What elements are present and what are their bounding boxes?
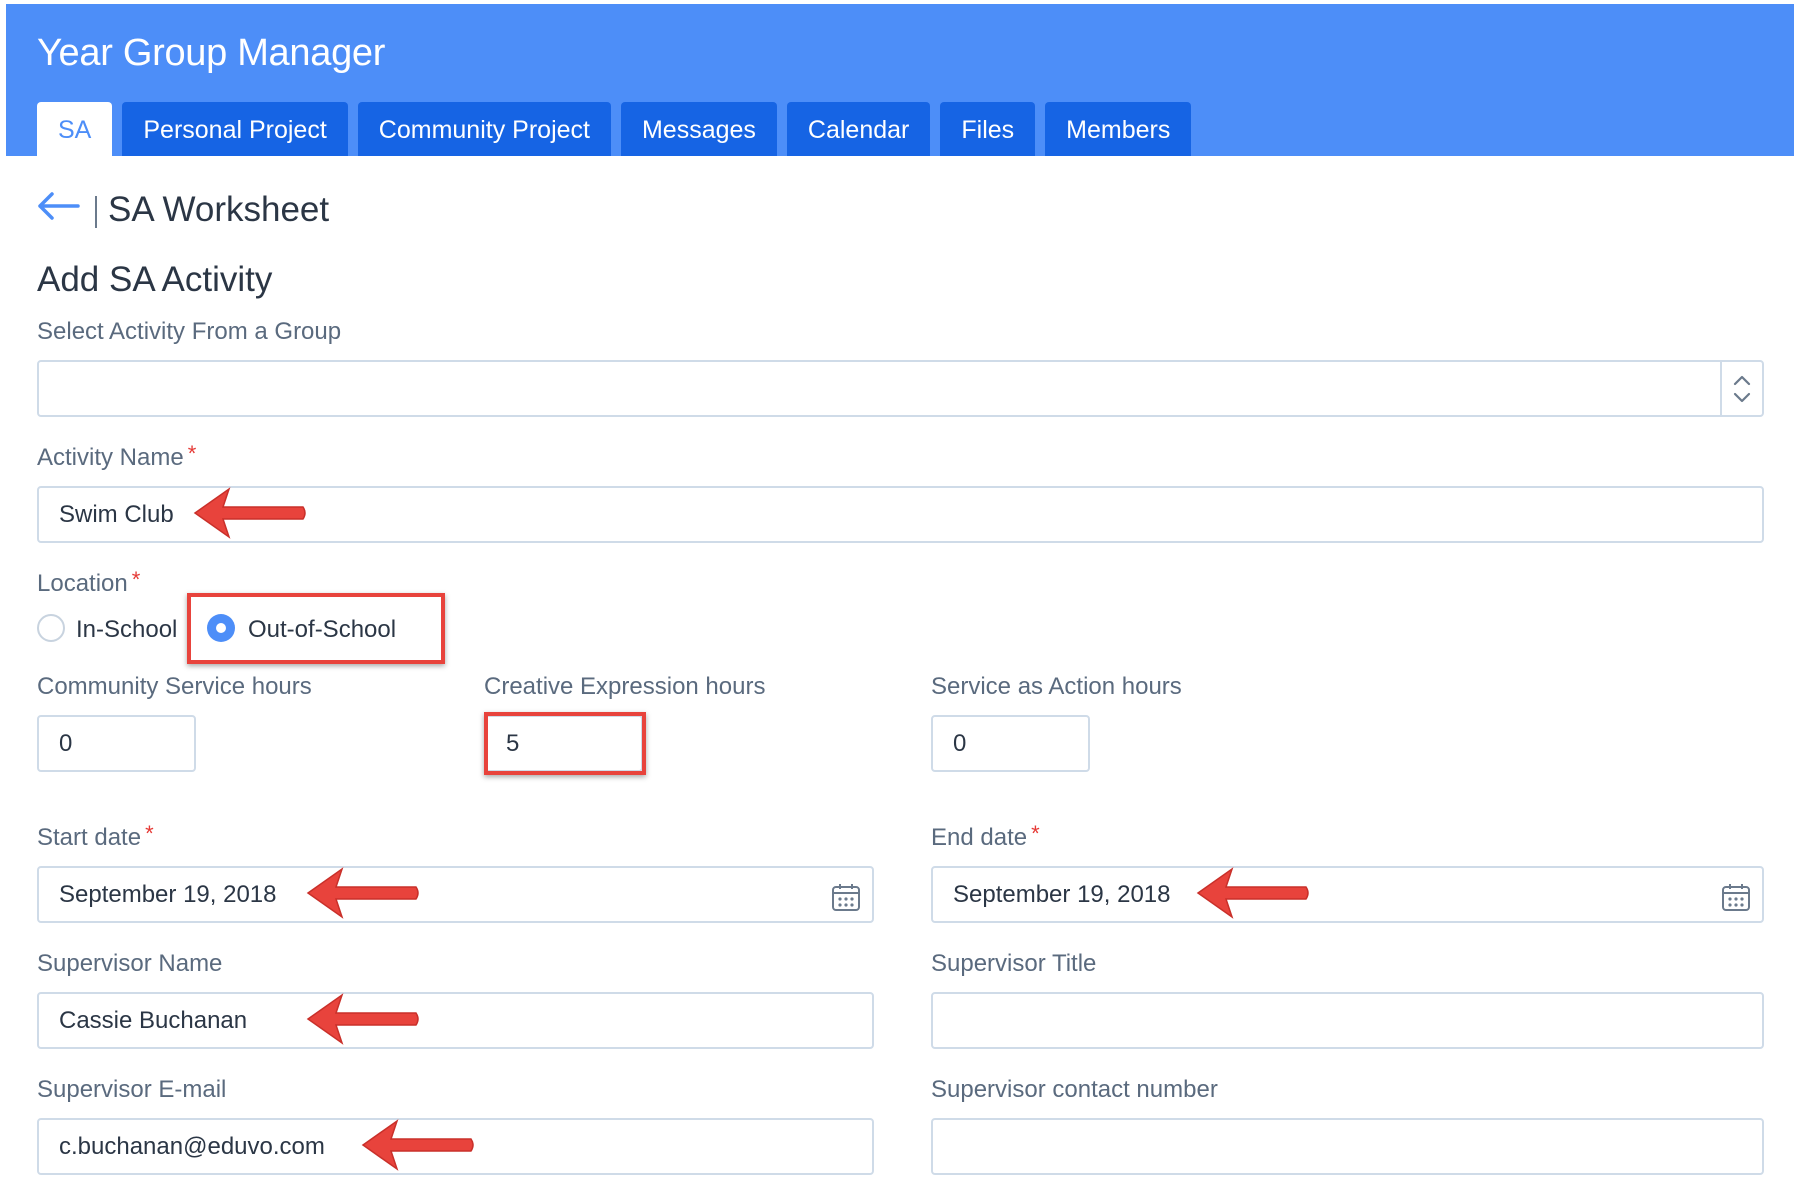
- supervisor-name-input[interactable]: Cassie Buchanan: [37, 992, 874, 1049]
- red-pointer-arrow-icon: [306, 867, 419, 919]
- annotation-highlight-location: [187, 593, 445, 664]
- red-pointer-arrow-icon: [361, 1119, 474, 1171]
- tab-community-project[interactable]: Community Project: [357, 102, 611, 156]
- service-as-action-hours-label: Service as Action hours: [931, 673, 1182, 700]
- required-mark: *: [187, 441, 197, 466]
- tab-calendar[interactable]: Calendar: [786, 102, 931, 156]
- radio-in-school[interactable]: [37, 614, 65, 642]
- tab-personal-project[interactable]: Personal Project: [122, 102, 348, 156]
- end-date-label: End date *: [931, 821, 1040, 851]
- app-header: Year Group Manager SA Personal Project C…: [6, 4, 1794, 156]
- required-mark: *: [131, 567, 141, 592]
- end-date-value: September 19, 2018: [953, 881, 1171, 908]
- app-title: Year Group Manager: [37, 32, 386, 74]
- supervisor-email-label: Supervisor E-mail: [37, 1076, 227, 1103]
- tab-bar: SA Personal Project Community Project Me…: [37, 102, 1192, 156]
- creative-expression-hours-label: Creative Expression hours: [484, 673, 766, 700]
- radio-in-school-label[interactable]: In-School: [76, 616, 177, 644]
- activity-name-label: Activity Name *: [37, 441, 197, 471]
- start-date-value: September 19, 2018: [59, 881, 277, 908]
- red-pointer-arrow-icon: [193, 487, 306, 539]
- community-service-hours-input[interactable]: 0: [37, 715, 196, 772]
- end-date-input[interactable]: September 19, 2018: [931, 866, 1764, 923]
- required-mark: *: [145, 821, 154, 846]
- supervisor-title-input[interactable]: [931, 992, 1764, 1049]
- supervisor-title-label: Supervisor Title: [931, 950, 1097, 977]
- tab-files[interactable]: Files: [940, 102, 1036, 156]
- page-title: SA Worksheet: [108, 190, 330, 229]
- annotation-highlight-creative-hours: [484, 712, 646, 775]
- title-divider: [95, 196, 97, 228]
- calendar-icon[interactable]: [1720, 879, 1752, 921]
- tab-members[interactable]: Members: [1045, 102, 1192, 156]
- supervisor-contact-input[interactable]: [931, 1118, 1764, 1175]
- red-pointer-arrow-icon: [306, 993, 419, 1045]
- chevron-up-down-icon[interactable]: [1720, 362, 1762, 415]
- supervisor-name-label: Supervisor Name: [37, 950, 223, 977]
- red-pointer-arrow-icon: [1196, 867, 1309, 919]
- calendar-icon[interactable]: [830, 879, 862, 921]
- supervisor-contact-label: Supervisor contact number: [931, 1076, 1218, 1103]
- group-select[interactable]: [37, 360, 1764, 417]
- required-mark: *: [1031, 821, 1040, 846]
- community-service-hours-label: Community Service hours: [37, 673, 312, 700]
- tab-sa[interactable]: SA: [37, 102, 113, 156]
- group-select-label: Select Activity From a Group: [37, 318, 342, 345]
- tab-messages[interactable]: Messages: [620, 102, 777, 156]
- back-arrow-icon[interactable]: [36, 191, 80, 226]
- location-label: Location *: [37, 567, 141, 597]
- section-title: Add SA Activity: [37, 260, 273, 299]
- app-frame: Year Group Manager SA Personal Project C…: [6, 4, 1794, 1192]
- start-date-input[interactable]: September 19, 2018: [37, 866, 874, 923]
- service-as-action-hours-input[interactable]: 0: [931, 715, 1090, 772]
- start-date-label: Start date *: [37, 821, 154, 851]
